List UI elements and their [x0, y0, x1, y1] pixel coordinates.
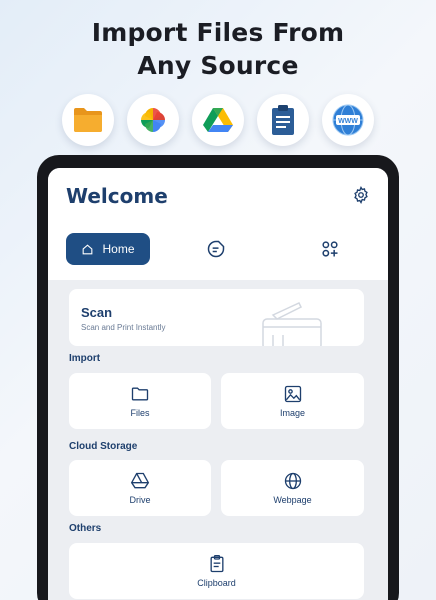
image-icon — [284, 385, 301, 403]
apps-add-icon[interactable] — [320, 239, 340, 259]
clipboard-outline-icon — [210, 555, 223, 573]
folder-source — [62, 94, 114, 146]
tab-home[interactable]: Home — [66, 233, 150, 265]
app-header: Welcome Home — [48, 168, 388, 280]
drive-outline-icon — [130, 472, 150, 489]
web-icon-text: WWW — [338, 118, 358, 125]
folder-icon — [74, 108, 102, 132]
headline: Import Files From Any Source — [0, 16, 436, 82]
google-drive-icon — [203, 108, 233, 132]
section-import: Import — [69, 353, 101, 364]
web-source: WWW — [322, 94, 374, 146]
google-photos-icon — [141, 108, 165, 132]
tab-home-label: Home — [102, 242, 135, 256]
sticker-document-icon[interactable] — [206, 239, 226, 259]
clipboard-label: Clipboard — [197, 578, 236, 588]
webpage-label: Webpage — [273, 495, 312, 505]
headline-line-2: Any Source — [137, 51, 299, 80]
drive-source — [192, 94, 244, 146]
drive-label: Drive — [129, 495, 151, 505]
globe-icon — [284, 472, 301, 490]
files-label: Files — [130, 408, 150, 418]
image-tile[interactable]: Image — [221, 373, 364, 429]
section-others: Others — [69, 523, 102, 534]
photos-source — [127, 94, 179, 146]
scan-subtitle: Scan and Print Instantly — [81, 323, 166, 332]
scan-title: Scan — [81, 305, 113, 320]
files-tile[interactable]: Files — [69, 373, 211, 429]
web-icon: WWW — [332, 104, 364, 136]
scan-card[interactable]: Scan Scan and Print Instantly — [69, 289, 364, 346]
clipboard-tile[interactable]: Clipboard — [69, 543, 364, 599]
drive-tile[interactable]: Drive — [69, 460, 211, 516]
image-label: Image — [279, 408, 305, 418]
headline-line-1: Import Files From — [91, 18, 345, 47]
webpage-tile[interactable]: Webpage — [221, 460, 364, 516]
section-cloud-storage: Cloud Storage — [69, 441, 138, 452]
clipboard-source — [257, 94, 309, 146]
page-title: Welcome — [66, 184, 168, 208]
gear-icon[interactable] — [352, 186, 370, 204]
home-icon — [83, 243, 93, 254]
scanner-icon — [262, 302, 322, 346]
app-screen: Welcome Home Scan Scan and Print Instant… — [48, 168, 388, 600]
source-icons-row: WWW — [0, 94, 436, 150]
folder-outline-icon — [131, 387, 149, 401]
clipboard-icon — [272, 105, 294, 135]
